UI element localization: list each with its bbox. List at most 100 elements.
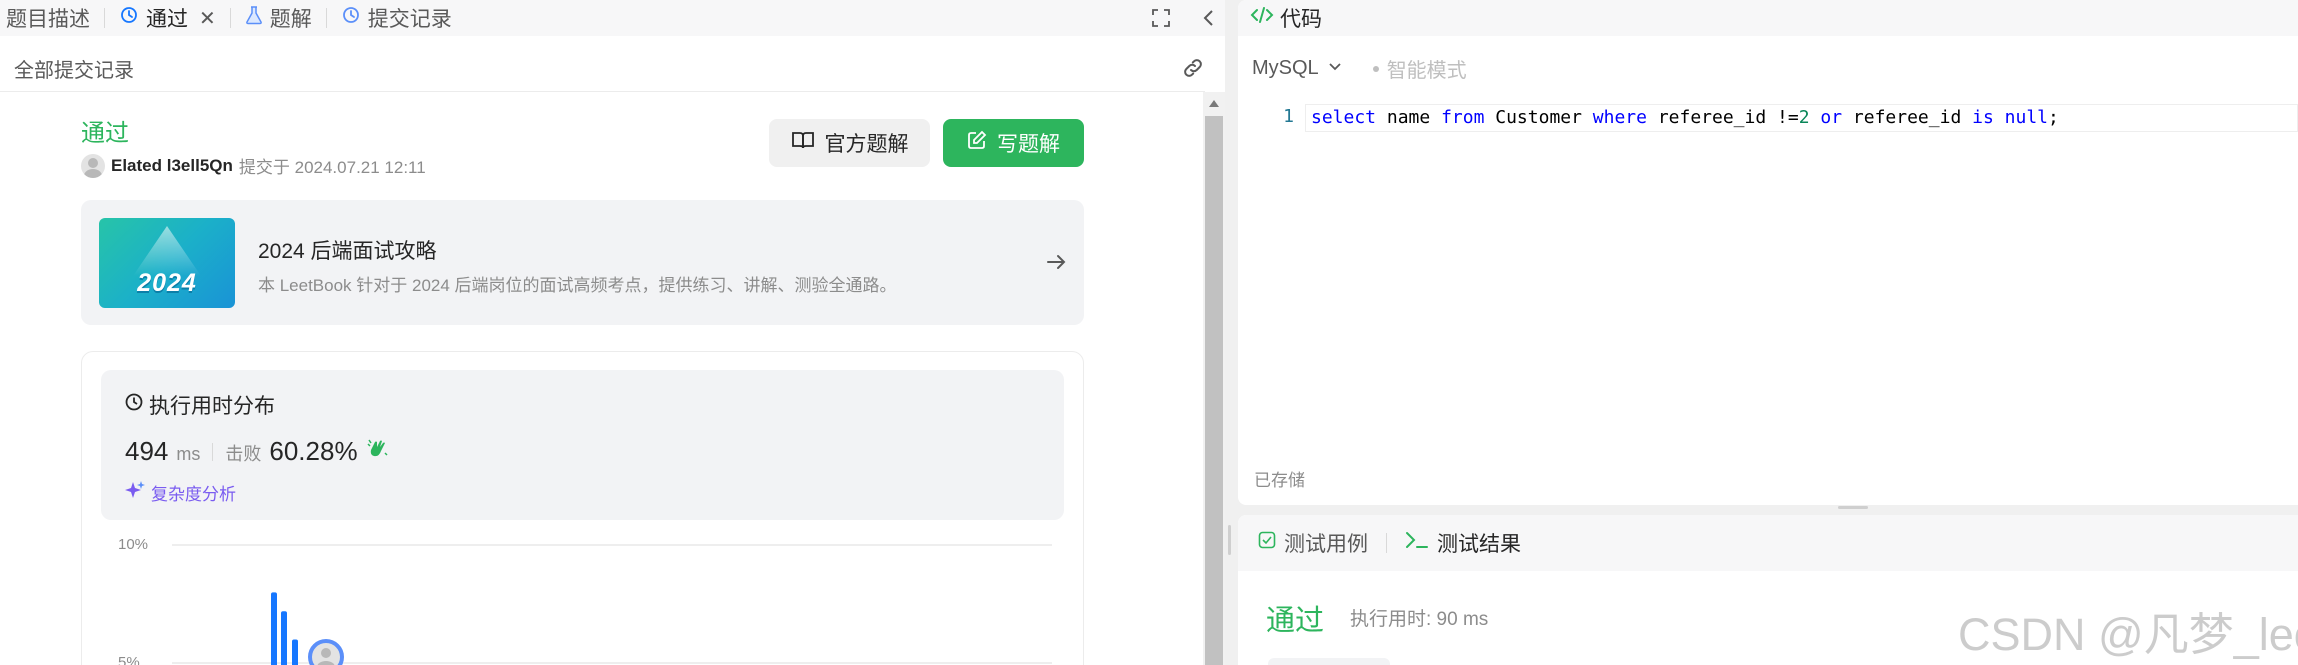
line-number: 1 bbox=[1283, 106, 1294, 127]
tab-divider bbox=[1386, 533, 1387, 553]
tab-test-cases[interactable]: 测试用例 bbox=[1258, 528, 1368, 558]
history-icon bbox=[341, 5, 361, 31]
tab-solutions-label: 题解 bbox=[269, 8, 312, 31]
chart-bars bbox=[271, 592, 298, 665]
tab-test-result[interactable]: 测试结果 bbox=[1405, 528, 1521, 558]
code-token: referee_id bbox=[1842, 107, 1973, 128]
username[interactable]: Elated l3ell5Qn bbox=[111, 156, 233, 176]
horizontal-split-handle[interactable] bbox=[1838, 506, 1868, 509]
problem-tab-bar: 题目描述 通过 ✕ 题解 提交记录 bbox=[0, 0, 1225, 36]
code-token: null bbox=[2004, 107, 2049, 128]
submission-status: 通过 bbox=[81, 120, 129, 147]
vertical-split-handle[interactable] bbox=[1228, 525, 1231, 555]
code-token: where bbox=[1592, 107, 1647, 128]
tab-submissions[interactable]: 提交记录 bbox=[335, 0, 458, 36]
official-solution-label: 官方题解 bbox=[824, 133, 909, 156]
avatar[interactable] bbox=[81, 153, 105, 178]
leetbook-cover-year: 2024 bbox=[137, 269, 197, 297]
code-token: Customer bbox=[1484, 107, 1593, 128]
fullscreen-icon[interactable] bbox=[1149, 6, 1173, 30]
chart-bar[interactable] bbox=[281, 611, 287, 665]
mode-dot bbox=[1372, 65, 1379, 72]
y-tick-label: 10% bbox=[118, 536, 148, 553]
tab-accepted-label: 通过 bbox=[146, 8, 188, 31]
runtime-summary[interactable]: 执行用时分布 494 ms 击败 60.28% 复杂度分析 bbox=[101, 370, 1064, 520]
saved-status: 已存储 bbox=[1254, 471, 1305, 490]
tab-solutions[interactable]: 题解 bbox=[239, 0, 318, 36]
vertical-scrollbar[interactable] bbox=[1203, 92, 1225, 665]
link-icon[interactable] bbox=[1181, 56, 1205, 86]
chart-bar[interactable] bbox=[292, 639, 298, 665]
arrow-right-icon[interactable] bbox=[1044, 250, 1068, 279]
stats-divider bbox=[212, 442, 214, 461]
tab-description[interactable]: 题目描述 bbox=[0, 0, 96, 36]
official-solution-button[interactable]: 官方题解 bbox=[769, 119, 930, 167]
code-text[interactable]: select name from Customer where referee_… bbox=[1311, 107, 2059, 128]
code-token: or bbox=[1820, 107, 1843, 128]
leetbook-promo[interactable]: 2024 2024 后端面试攻略 本 LeetBook 针对于 2024 后端岗… bbox=[81, 200, 1084, 325]
runtime-heading-label: 执行用时分布 bbox=[149, 395, 275, 418]
tab-test-result-label: 测试结果 bbox=[1437, 533, 1521, 556]
y-tick-label: 5% bbox=[118, 654, 140, 665]
complexity-analysis-label: 复杂度分析 bbox=[151, 485, 236, 504]
test-tab-bar: 测试用例 测试结果 bbox=[1238, 515, 2298, 571]
flask-icon bbox=[245, 5, 263, 31]
code-header-title: 代码 bbox=[1280, 8, 1322, 31]
language-selector[interactable]: MySQL bbox=[1252, 57, 1319, 80]
close-icon[interactable]: ✕ bbox=[199, 6, 216, 31]
tab-description-label: 题目描述 bbox=[6, 8, 90, 31]
result-case-chip[interactable] bbox=[1268, 658, 1390, 665]
runtime-unit: ms bbox=[176, 444, 201, 464]
tabbar-tools bbox=[1149, 0, 1225, 36]
runtime-card: 执行用时分布 494 ms 击败 60.28% 复杂度分析 10% 5% bbox=[81, 351, 1084, 665]
test-result-runtime: 执行用时: 90 ms bbox=[1350, 609, 1489, 630]
tab-divider bbox=[325, 8, 327, 28]
runtime-heading: 执行用时分布 bbox=[125, 390, 275, 420]
collapse-left-icon[interactable] bbox=[1197, 6, 1221, 30]
history-icon bbox=[119, 5, 139, 31]
leetbook-cover: 2024 bbox=[99, 218, 235, 308]
code-token: from bbox=[1441, 107, 1485, 128]
code-token: name bbox=[1376, 107, 1442, 128]
clock-icon bbox=[125, 393, 143, 417]
terminal-icon bbox=[1405, 530, 1429, 556]
test-result-status: 通过 bbox=[1266, 605, 1325, 637]
submission-meta: Elated l3ell5Qn 提交于 2024.07.21 12:11 bbox=[81, 153, 426, 178]
code-icon bbox=[1250, 5, 1274, 31]
write-solution-button[interactable]: 写题解 bbox=[943, 119, 1084, 167]
checkbox-icon bbox=[1258, 531, 1276, 555]
scrollbar-thumb[interactable] bbox=[1205, 116, 1223, 665]
watermark: CSDN @凡梦_leo bbox=[1958, 609, 2298, 660]
code-token: select bbox=[1311, 107, 1377, 128]
app-root: 题目描述 通过 ✕ 题解 提交记录 全部提交记录 通过 Elated l3ell… bbox=[0, 0, 2298, 665]
user-position-avatar[interactable] bbox=[308, 639, 344, 665]
tab-divider bbox=[104, 8, 105, 28]
tab-accepted[interactable]: 通过 ✕ bbox=[113, 0, 222, 36]
complexity-analysis-link[interactable]: 复杂度分析 bbox=[125, 480, 236, 505]
chevron-down-icon[interactable] bbox=[1327, 57, 1343, 80]
editor-toolbar: MySQL 智能模式 bbox=[1252, 54, 1467, 83]
smart-mode-toggle[interactable]: 智能模式 bbox=[1387, 54, 1467, 83]
chart-bar[interactable] bbox=[271, 592, 277, 665]
sparkle-icon bbox=[125, 480, 145, 505]
leetbook-title: 2024 后端面试攻略 bbox=[258, 240, 437, 263]
beats-label: 击败 bbox=[225, 444, 262, 464]
tab-test-cases-label: 测试用例 bbox=[1284, 533, 1368, 556]
left-panel: 题目描述 通过 ✕ 题解 提交记录 全部提交记录 通过 Elated l3ell… bbox=[0, 0, 1225, 665]
beats-value: 60.28% bbox=[269, 436, 358, 466]
runtime-distribution-chart[interactable]: 10% 5% bbox=[82, 527, 1085, 665]
book-open-icon bbox=[791, 130, 815, 156]
code-token: ; bbox=[2048, 107, 2059, 128]
scroll-up-icon[interactable] bbox=[1209, 100, 1219, 107]
code-token: referee_id != bbox=[1646, 107, 1799, 128]
leetbook-description: 本 LeetBook 针对于 2024 后端岗位的面试高频考点，提供练习、讲解、… bbox=[258, 276, 897, 295]
all-submissions-link[interactable]: 全部提交记录 bbox=[14, 54, 134, 83]
write-solution-label: 写题解 bbox=[997, 133, 1060, 156]
code-line[interactable]: 1 select name from Customer where refere… bbox=[1238, 104, 2298, 132]
code-token: 2 bbox=[1798, 107, 1810, 128]
code-token: is bbox=[1972, 107, 1994, 128]
runtime-value: 494 bbox=[125, 436, 169, 466]
code-header: 代码 bbox=[1238, 0, 2298, 36]
